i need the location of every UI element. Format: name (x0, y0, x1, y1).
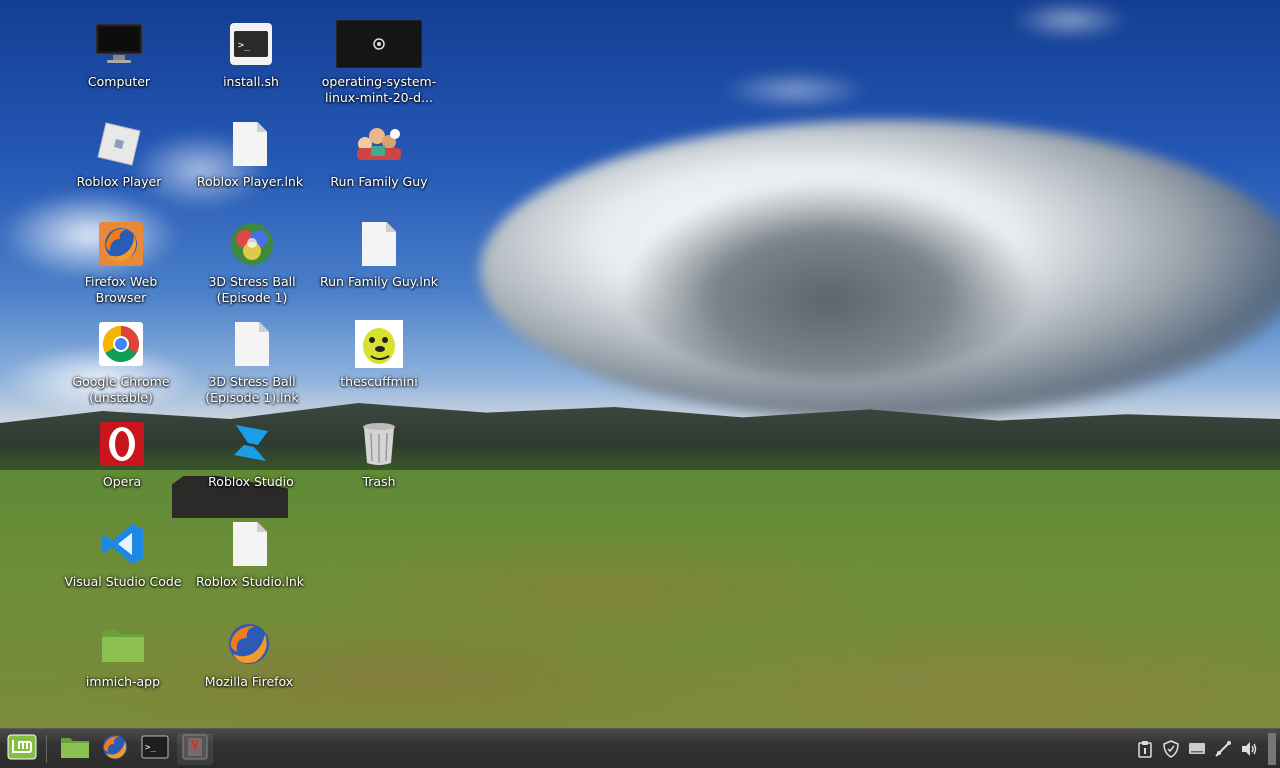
desktop-icon-roblox-player[interactable]: Roblox Player (59, 120, 179, 190)
desktop-icon-run-family-guy-lnk[interactable]: Run Family Guy.lnk (319, 220, 439, 290)
icon-label: Visual Studio Code (64, 574, 182, 589)
desktop-icon-run-family-guy[interactable]: Run Family Guy (319, 120, 439, 190)
desktop-icon-visual-studio-code[interactable]: Visual Studio Code (63, 520, 183, 590)
app-window-button[interactable] (177, 732, 213, 765)
video-thumbnail-icon (336, 20, 422, 68)
desktop-icon-computer[interactable]: Computer (59, 20, 179, 90)
taskbar: >_ (0, 728, 1280, 768)
icon-label: thescuffmini (340, 374, 418, 389)
chrome-icon (97, 320, 145, 368)
family-guy-icon (355, 120, 403, 168)
icon-label: Mozilla Firefox (204, 674, 294, 689)
desktop-icon-roblox-studio[interactable]: Roblox Studio (191, 420, 311, 490)
panel-handle[interactable] (1268, 733, 1276, 765)
icon-label: 3D Stress Ball (Episode 1).lnk (205, 374, 299, 405)
icon-label: Roblox Player (76, 174, 162, 189)
folder-icon (99, 620, 147, 668)
file-icon (226, 520, 274, 568)
desktop-icon-opera[interactable]: Opera (62, 420, 182, 490)
trash-icon (355, 420, 403, 468)
opera-icon (98, 420, 146, 468)
desktop-icon-3d-stress-ball[interactable]: 3D Stress Ball (Episode 1) (192, 220, 312, 306)
terminal-script-icon: >_ (227, 20, 275, 68)
desktop-icon-roblox-player-lnk[interactable]: Roblox Player.lnk (190, 120, 310, 190)
firefox-icon (225, 620, 273, 668)
desktop-icon-firefox-web-browser[interactable]: Firefox Web Browser (61, 220, 181, 306)
icon-label: Run Family Guy.lnk (320, 274, 438, 289)
icon-label: Run Family Guy (330, 174, 428, 189)
clipboard-icon[interactable] (1134, 738, 1156, 760)
desktop-icon-google-chrome[interactable]: Google Chrome (unstable) (61, 320, 181, 406)
network-icon[interactable] (1212, 738, 1234, 760)
icon-label: Roblox Studio.lnk (195, 574, 304, 589)
svg-text:>_: >_ (238, 40, 251, 51)
icon-label: Firefox Web Browser (84, 274, 158, 305)
shield-icon[interactable] (1160, 738, 1182, 760)
icon-label: Computer (87, 74, 151, 89)
file-icon (228, 320, 276, 368)
terminal-launcher[interactable]: >_ (137, 733, 173, 765)
desktop-icon-install-sh[interactable]: >_ install.sh (191, 20, 311, 90)
vscode-icon (99, 520, 147, 568)
roblox-studio-icon (227, 420, 275, 468)
file-icon (226, 120, 274, 168)
desktop-icon-trash[interactable]: Trash (319, 420, 439, 490)
roblox-icon (95, 120, 143, 168)
desktop-icon-3d-stress-ball-lnk[interactable]: 3D Stress Ball (Episode 1).lnk (192, 320, 312, 406)
icon-label: 3D Stress Ball (Episode 1) (208, 274, 296, 305)
dog-image-icon (355, 320, 403, 368)
taskbar-separator (46, 734, 47, 763)
system-tray (1134, 729, 1280, 768)
files-icon (60, 735, 90, 763)
icon-label: Roblox Studio (208, 474, 294, 489)
svg-text:>_: >_ (145, 743, 156, 753)
icon-label: Opera (102, 474, 142, 489)
icon-label: operating-system-linux-mint-20-d... (321, 74, 437, 105)
files-launcher[interactable] (57, 733, 93, 765)
desktop-icon-immich-app[interactable]: immich-app (63, 620, 183, 690)
desktop-icon-operating-system-video[interactable]: operating-system-linux-mint-20-d... (319, 20, 439, 106)
display-icon[interactable] (1186, 738, 1208, 760)
stress-ball-icon (228, 220, 276, 268)
terminal-icon: >_ (141, 735, 169, 763)
desktop-icon-thescuffmini[interactable]: thescuffmini (319, 320, 439, 390)
firefox-launcher[interactable] (97, 733, 133, 765)
desktop-icon-mozilla-firefox[interactable]: Mozilla Firefox (189, 620, 309, 690)
computer-icon (95, 20, 143, 68)
volume-icon[interactable] (1238, 738, 1260, 760)
mint-menu-button[interactable] (4, 733, 40, 765)
icon-label: Google Chrome (unstable) (72, 374, 170, 405)
firefox-icon (101, 733, 129, 765)
icon-label: install.sh (223, 74, 279, 89)
app-icon (182, 734, 208, 764)
icon-label: Trash (362, 474, 396, 489)
file-icon (355, 220, 403, 268)
firefox-icon (97, 220, 145, 268)
mint-menu-icon (7, 734, 37, 764)
desktop-icon-roblox-studio-lnk[interactable]: Roblox Studio.lnk (190, 520, 310, 590)
icon-label: immich-app (85, 674, 161, 689)
icon-label: Roblox Player.lnk (196, 174, 304, 189)
